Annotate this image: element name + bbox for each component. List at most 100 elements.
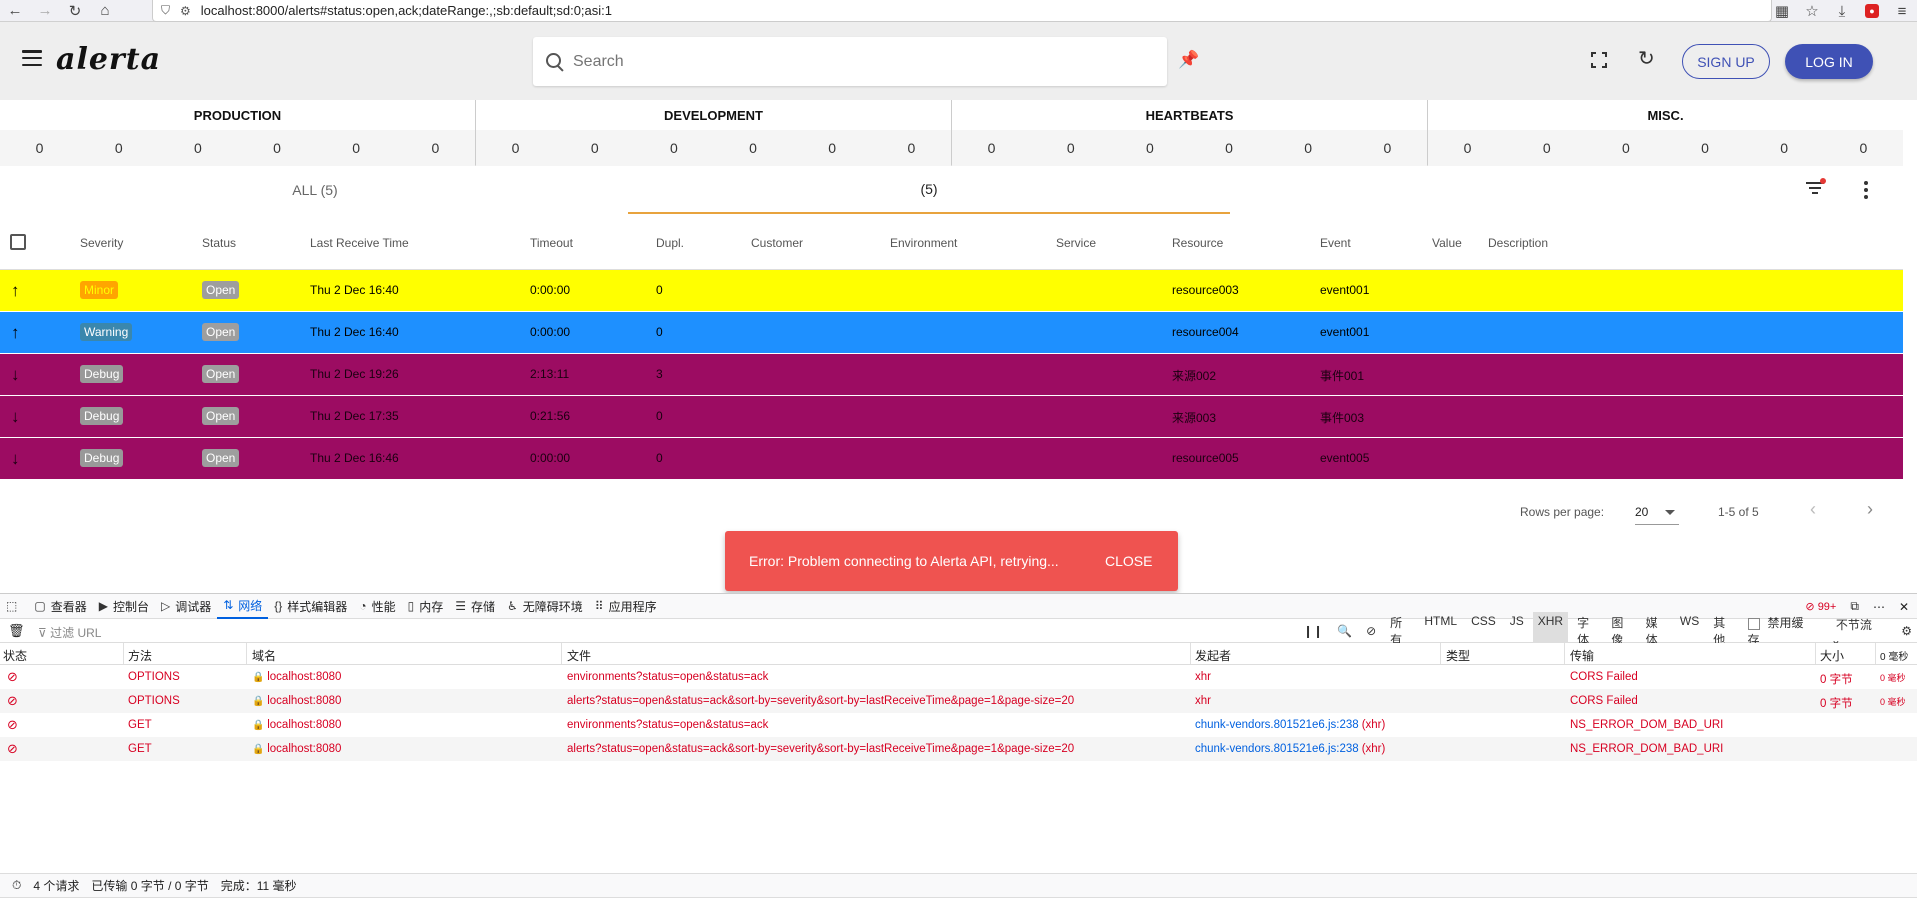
- devtools-tab-label: 网络: [238, 598, 263, 613]
- browser-toolbar: ← → ↻ ⌂ ⛉ ⚙ localhost:8000/alerts#status…: [0, 0, 1917, 22]
- initiator-link[interactable]: chunk-vendors.801521e6.js:238: [1195, 719, 1359, 731]
- network-request-row[interactable]: ⊘ OPTIONS 🔒 localhost:8080 alerts?status=op…: [0, 689, 1917, 713]
- header-event[interactable]: Event: [1320, 236, 1351, 250]
- app-logo[interactable]: alerta: [56, 42, 161, 77]
- cell-event: event001: [1320, 283, 1370, 297]
- table-row[interactable]: ↓ Debug Open Thu 2 Dec 19:26 2:13:11 3 来源002 事件…: [0, 354, 1903, 396]
- devtools-tab-accessibility[interactable]: ♿ 无障碍环境: [501, 594, 589, 619]
- env-misc[interactable]: MISC. 0 0 0 0 0 0: [1428, 100, 1903, 166]
- header-service[interactable]: Service: [1056, 236, 1096, 250]
- header-environment[interactable]: Environment: [890, 236, 957, 250]
- network-request-row[interactable]: ⊘ GET 🔒 localhost:8080 environments?status=…: [0, 713, 1917, 737]
- table-row[interactable]: ↑ Warning Open Thu 2 Dec 16:40 0:00:00 0 resou…: [0, 312, 1903, 354]
- devtools-more-icon[interactable]: ⋯: [1873, 600, 1885, 614]
- disable-cache-checkbox[interactable]: [1747, 617, 1760, 630]
- header-customer[interactable]: Customer: [751, 236, 803, 250]
- env-production[interactable]: PRODUCTION 0 0 0 0 0 0: [0, 100, 476, 166]
- alert-tabs: ALL (5) (5): [0, 166, 1903, 216]
- env-title: PRODUCTION: [193, 107, 282, 123]
- home-button[interactable]: ⌂: [90, 0, 120, 22]
- cell-event: event005: [1320, 451, 1370, 465]
- pin-icon[interactable]: 📌: [1178, 50, 1199, 70]
- request-domain: 🔒 localhost:8080: [252, 671, 341, 683]
- request-initiator: chunk-vendors.801521e6.js:238 (xhr): [1195, 743, 1385, 755]
- qr-code-icon[interactable]: ▦: [1767, 0, 1797, 22]
- header-resource[interactable]: Resource: [1172, 236, 1223, 250]
- header-last-receive-time[interactable]: Last Receive Time: [310, 236, 409, 250]
- devtools-tab-storage[interactable]: ☰ 存储: [449, 594, 501, 619]
- devtools-tab-label: 调试器: [175, 599, 212, 614]
- initiator-link[interactable]: chunk-vendors.801521e6.js:238: [1195, 743, 1359, 755]
- env-heartbeats[interactable]: HEARTBEATS 0 0 0 0 0 0: [952, 100, 1428, 166]
- url-filter-input[interactable]: ⊽ 过滤 URL: [38, 624, 101, 641]
- fullscreen-icon[interactable]: [1591, 52, 1607, 68]
- dock-icon[interactable]: ⧉: [1850, 599, 1859, 614]
- tab-current[interactable]: (5): [628, 166, 1230, 214]
- hamburger-menu-icon[interactable]: [22, 50, 42, 66]
- request-count: 4 个请求: [33, 879, 80, 893]
- search-input[interactable]: [573, 52, 1133, 71]
- severity-badge: Debug: [80, 407, 124, 425]
- select-all-checkbox[interactable]: [10, 234, 26, 250]
- severity-badge: Debug: [80, 449, 124, 467]
- network-settings-icon[interactable]: ⚙: [1896, 622, 1917, 640]
- bookmark-star-icon[interactable]: ☆: [1797, 0, 1827, 22]
- more-options-icon[interactable]: [1864, 181, 1868, 199]
- console-input-strip[interactable]: [0, 897, 1917, 907]
- initiator-link[interactable]: xhr: [1195, 671, 1211, 683]
- devtools-tab-memory[interactable]: ▯ 内存: [402, 594, 450, 619]
- table-row[interactable]: ↓ Debug Open Thu 2 Dec 16:46 0:00:00 0 resourc…: [0, 438, 1903, 480]
- devtools-tab-debugger[interactable]: ▷ 调试器: [155, 594, 217, 619]
- env-development[interactable]: DEVELOPMENT 0 0 0 0 0 0: [476, 100, 952, 166]
- devtools-tab-console[interactable]: ▶ 控制台: [93, 594, 155, 619]
- extension-icon[interactable]: ●: [1857, 0, 1887, 22]
- prev-page-icon[interactable]: ‹: [1810, 499, 1816, 520]
- initiator-link[interactable]: xhr: [1195, 695, 1211, 707]
- reload-button[interactable]: ↻: [60, 0, 90, 22]
- trash-icon[interactable]: 🗑: [8, 623, 25, 639]
- url-bar[interactable]: ⛉ ⚙ localhost:8000/alerts#status:open,ac…: [152, 0, 1772, 22]
- refresh-icon[interactable]: ↻: [1638, 46, 1655, 71]
- request-domain: 🔒 localhost:8080: [252, 695, 341, 707]
- network-request-row[interactable]: ⊘ GET 🔒 localhost:8080 alerts?status=open&s…: [0, 737, 1917, 761]
- devtools-tab-network[interactable]: ⇅ 网络: [217, 594, 269, 619]
- snackbar-close-button[interactable]: CLOSE: [1105, 553, 1152, 569]
- search-box[interactable]: [533, 37, 1167, 86]
- downloads-icon[interactable]: ⤓: [1827, 0, 1857, 22]
- tab-all[interactable]: ALL (5): [200, 166, 430, 214]
- header-severity[interactable]: Severity: [80, 236, 123, 250]
- pause-icon[interactable]: ❙❙: [1298, 622, 1328, 640]
- header-timeout[interactable]: Timeout: [530, 236, 573, 250]
- devtools-tab-style-editor[interactable]: {} 样式编辑器: [268, 594, 353, 619]
- log-in-button[interactable]: LOG IN: [1785, 44, 1873, 79]
- table-row[interactable]: ↑ Minor Open Thu 2 Dec 16:40 0:00:00 0 resourc…: [0, 270, 1903, 312]
- dropdown-arrow-icon: [1665, 510, 1675, 515]
- devtools-close-icon[interactable]: ✕: [1899, 600, 1909, 614]
- console-icon: ▶: [98, 599, 108, 613]
- element-picker-icon[interactable]: ⬚: [0, 594, 28, 619]
- memory-icon: ▯: [407, 599, 415, 613]
- blocked-icon: ⊘: [7, 693, 18, 708]
- sign-up-button[interactable]: SIGN UP: [1682, 44, 1770, 79]
- next-page-icon[interactable]: ›: [1867, 499, 1873, 520]
- table-row[interactable]: ↓ Debug Open Thu 2 Dec 17:35 0:21:56 0 来源003 事件…: [0, 396, 1903, 438]
- request-domain: 🔒 localhost:8080: [252, 743, 341, 755]
- devtools-tab-inspector[interactable]: ▢ 查看器: [28, 594, 92, 619]
- header-status[interactable]: Status: [202, 236, 236, 250]
- accessibility-icon: ♿: [506, 599, 518, 613]
- forward-button[interactable]: →: [30, 0, 60, 22]
- network-request-row[interactable]: ⊘ OPTIONS 🔒 localhost:8080 environments?sta…: [0, 665, 1917, 689]
- header-value[interactable]: Value: [1432, 236, 1462, 250]
- filter-icon[interactable]: [1806, 178, 1826, 196]
- header-dupl[interactable]: Dupl.: [656, 236, 684, 250]
- cell-dupl: 0: [656, 283, 663, 297]
- devtools-tab-application[interactable]: ⠿ 应用程序: [589, 594, 663, 619]
- back-button[interactable]: ←: [0, 0, 30, 22]
- devtools-tab-performance[interactable]: ◔ 性能: [353, 594, 401, 619]
- app-menu-icon[interactable]: ≡: [1887, 0, 1917, 22]
- header-description[interactable]: Description: [1488, 236, 1548, 250]
- style-editor-icon: {}: [274, 599, 283, 613]
- block-icon[interactable]: ⊘: [1361, 622, 1381, 640]
- rows-per-page-select[interactable]: 20: [1635, 501, 1679, 525]
- search-icon[interactable]: 🔍: [1332, 622, 1357, 640]
